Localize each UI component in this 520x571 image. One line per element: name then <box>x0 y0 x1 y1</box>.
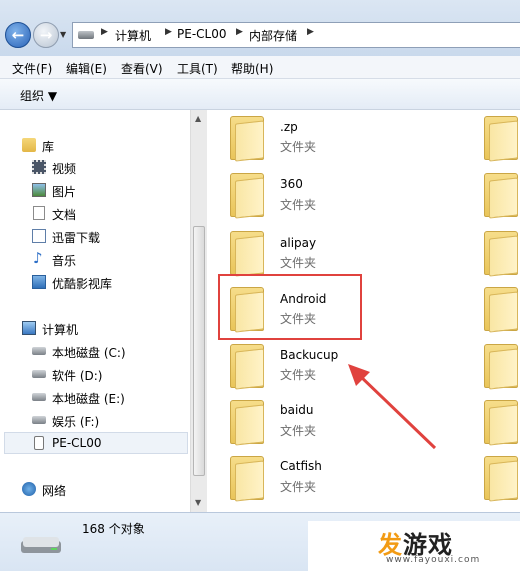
watermark-logo: 发游戏 www.fayouxi.com <box>308 521 520 571</box>
video-icon <box>32 160 46 174</box>
folder-icon[interactable] <box>230 456 264 502</box>
folder-icon[interactable] <box>484 173 518 219</box>
scroll-down-arrow-icon[interactable]: ▼ <box>195 498 201 507</box>
nav-label: 本地磁盘 (C:) <box>52 346 126 360</box>
nav-label: 软件 (D:) <box>52 369 103 383</box>
menu-tools[interactable]: 工具(T) <box>177 60 218 77</box>
music-icon: ♪ <box>33 249 43 267</box>
menu-bar: 文件(F) 编辑(E) 查看(V) 工具(T) 帮助(H) <box>0 56 520 79</box>
red-arrow-annotation <box>348 364 437 450</box>
chevron-right-icon[interactable]: ▶ <box>165 27 172 37</box>
nav-label: 计算机 <box>42 323 79 337</box>
folder-icon[interactable] <box>230 400 264 446</box>
chevron-right-icon[interactable]: ▶ <box>307 27 314 37</box>
picture-icon <box>32 183 46 197</box>
document-icon <box>33 206 45 220</box>
youku-library-icon <box>32 275 46 289</box>
nav-label: 图片 <box>52 185 77 199</box>
removable-drive-icon <box>21 537 61 553</box>
breadcrumb-internal-storage[interactable]: 内部存储 <box>249 27 297 44</box>
breadcrumb-pe-cl00[interactable]: PE-CL00 <box>177 27 226 41</box>
folder-type: 文件夹 <box>280 256 317 270</box>
folder-icon[interactable] <box>230 116 264 162</box>
nav-label: 娱乐 (F:) <box>52 415 100 429</box>
drive-icon <box>32 393 46 401</box>
folder-type: 文件夹 <box>280 424 317 438</box>
folder-icon[interactable] <box>230 344 264 390</box>
nav-label: 本地磁盘 (E:) <box>52 392 125 406</box>
computer-icon <box>22 321 36 335</box>
folder-icon[interactable] <box>484 287 518 333</box>
breadcrumb-computer[interactable]: 计算机 <box>115 27 151 44</box>
folder-type: 文件夹 <box>280 480 317 494</box>
recent-pages-dropdown-icon[interactable]: ▼ <box>60 30 66 39</box>
organize-button[interactable]: 组织 ▼ <box>20 87 57 104</box>
download-icon <box>32 229 46 243</box>
folder-name-catfish[interactable]: Catfish <box>280 459 322 473</box>
folder-icon[interactable] <box>484 456 518 502</box>
details-pane: 168 个对象 发游戏 www.fayouxi.com <box>0 512 520 571</box>
menu-view[interactable]: 查看(V) <box>121 60 163 77</box>
menu-file[interactable]: 文件(F) <box>12 60 52 77</box>
folder-icon[interactable] <box>230 173 264 219</box>
folder-name-360[interactable]: 360 <box>280 177 303 191</box>
chevron-right-icon[interactable]: ▶ <box>236 27 243 37</box>
windows-drive-icon <box>32 347 46 355</box>
navigation-pane: 库 视频 图片 文档 迅雷下载 ♪ 音乐 优酷影视库 计算机 本地磁盘 (C:)… <box>0 110 190 512</box>
folder-icon[interactable] <box>484 344 518 390</box>
nav-label: 迅雷下载 <box>52 231 101 245</box>
nav-label: 优酷影视库 <box>52 277 113 291</box>
folder-icon[interactable] <box>484 231 518 277</box>
nav-label: 网络 <box>42 484 67 498</box>
folder-name-backucup[interactable]: Backucup <box>280 348 338 362</box>
network-icon <box>22 482 36 496</box>
drive-icon <box>32 416 46 424</box>
folder-name-zp[interactable]: .zp <box>280 120 298 134</box>
chevron-right-icon[interactable]: ▶ <box>101 27 108 37</box>
nav-label: 文档 <box>52 208 77 222</box>
watermark-url: www.fayouxi.com <box>386 555 481 565</box>
scroll-up-arrow-icon[interactable]: ▲ <box>195 114 201 123</box>
forward-button[interactable]: → <box>33 22 59 48</box>
android-highlight-box <box>218 274 362 340</box>
folder-type: 文件夹 <box>280 368 317 382</box>
nav-scrollbar[interactable]: ▲ ▼ <box>190 110 207 512</box>
menu-help[interactable]: 帮助(H) <box>231 60 273 77</box>
address-bar-region: ← → ▼ ▶ 计算机 ▶ PE-CL00 ▶ 内部存储 ▶ <box>0 0 520 56</box>
nav-label: PE-CL00 <box>52 436 102 450</box>
library-icon <box>22 138 36 152</box>
folder-name-baidu[interactable]: baidu <box>280 403 314 417</box>
device-icon <box>78 31 94 39</box>
folder-type: 文件夹 <box>280 198 317 212</box>
folder-icon[interactable] <box>230 231 264 277</box>
folder-icon[interactable] <box>484 116 518 162</box>
scrollbar-thumb[interactable] <box>193 226 205 476</box>
command-bar: 组织 ▼ <box>0 79 520 110</box>
nav-label: 音乐 <box>52 254 77 268</box>
address-input[interactable]: ▶ 计算机 ▶ PE-CL00 ▶ 内部存储 ▶ <box>72 22 520 48</box>
nav-label: 库 <box>42 140 55 154</box>
folder-icon[interactable] <box>484 400 518 446</box>
back-button[interactable]: ← <box>5 22 31 48</box>
object-count: 168 个对象 <box>82 522 145 536</box>
nav-label: 视频 <box>52 162 77 176</box>
drive-icon <box>32 370 46 378</box>
folder-type: 文件夹 <box>280 140 317 154</box>
folder-name-alipay[interactable]: alipay <box>280 236 316 250</box>
phone-icon <box>34 436 44 450</box>
menu-edit[interactable]: 编辑(E) <box>66 60 107 77</box>
